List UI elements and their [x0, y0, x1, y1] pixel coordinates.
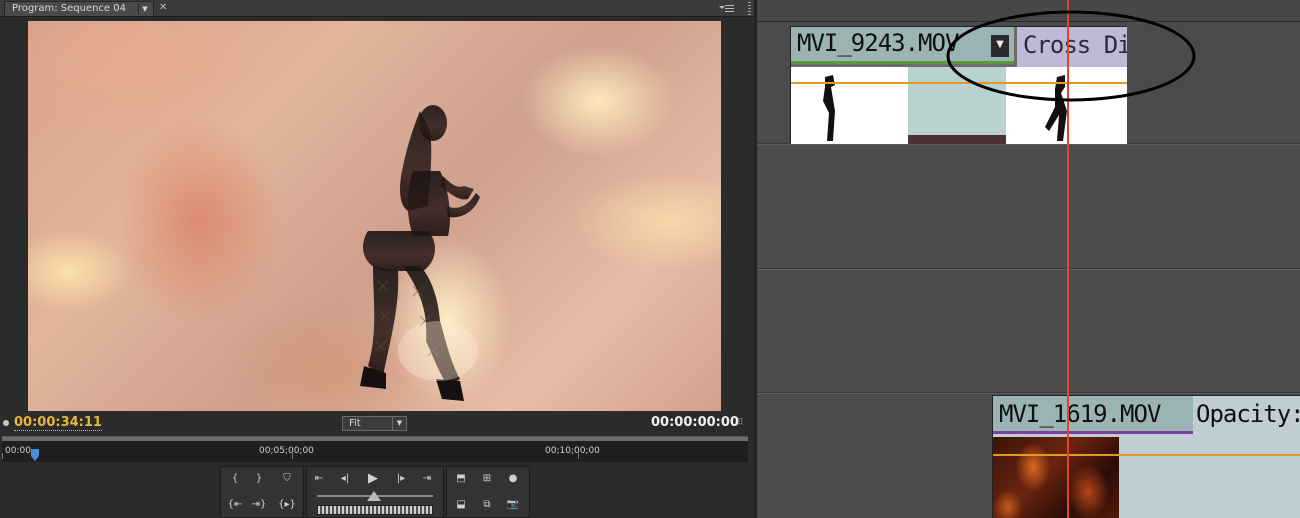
panel-menu-icon[interactable] — [719, 3, 735, 13]
tab-title: Program: Sequence 04 — [12, 3, 126, 14]
chevron-down-icon: ▼ — [392, 417, 406, 430]
playhead-marker-icon[interactable] — [30, 449, 40, 461]
current-timecode[interactable]: 00:00:34:11 — [14, 415, 102, 431]
panel-tab-bar: Program: Sequence 04 ▼ ✕ — [0, 0, 754, 17]
time-ruler[interactable]: 00:00 00;05;00;00 00;10;00;00 — [2, 436, 748, 462]
add-marker-icon[interactable]: ⛉ — [277, 470, 297, 488]
ruler-label: 00;05;00;00 — [259, 446, 314, 456]
panel-grip-icon[interactable] — [744, 0, 754, 17]
step-forward-icon[interactable]: |▸ — [391, 470, 411, 488]
ruler-tick — [2, 453, 3, 459]
clip-mvi-1619[interactable]: MVI_1619.MOV Opacity:( — [992, 395, 1300, 518]
go-to-out-icon[interactable]: ⇥} — [249, 496, 269, 514]
track-divider — [757, 392, 1300, 394]
program-monitor-panel: Program: Sequence 04 ▼ ✕ 00:00:34:11 Fit… — [0, 0, 754, 518]
shuttle-slider[interactable] — [317, 491, 433, 501]
dancer-silhouette — [360, 105, 480, 401]
camera-icon[interactable]: 📷 — [503, 496, 523, 514]
ruler-label: 00;10;00;00 — [545, 446, 600, 456]
previous-edit-icon[interactable]: ⇤ — [309, 470, 329, 488]
trim-monitor-icon[interactable]: ⧉ — [477, 496, 497, 514]
play-in-to-out-icon[interactable]: {▸} — [277, 496, 297, 514]
ruler-tick — [578, 453, 579, 459]
clip-name: MVI_1619.MOV — [999, 400, 1161, 428]
jog-wheel[interactable] — [317, 505, 433, 515]
edit-controls: ⬒ ⊞ ● ⬓ ⧉ 📷 — [446, 466, 530, 518]
next-edit-icon[interactable]: ⇥ — [417, 470, 437, 488]
output-icon[interactable]: ● — [503, 470, 523, 488]
opacity-rubber-band[interactable] — [993, 454, 1300, 456]
program-monitor-tab[interactable]: Program: Sequence 04 ▼ — [4, 1, 154, 16]
ruler-zoom-bar[interactable] — [2, 437, 748, 441]
marker-controls: { } ⛉ {⇤ ⇥} {▸} — [220, 466, 304, 518]
step-back-icon[interactable]: ◂| — [335, 470, 355, 488]
annotation-ellipse — [946, 10, 1196, 102]
go-to-in-icon[interactable]: {⇤ — [225, 496, 245, 514]
lift-icon[interactable]: ⬒ — [451, 470, 471, 488]
safe-margins-icon[interactable]: ⊞ — [477, 470, 497, 488]
clip-effect-label[interactable]: Opacity:( — [1196, 400, 1300, 428]
timeline-panel: MVI_9243.MOV ▼ Cross Di MVI_1619.MOV Opa… — [757, 0, 1300, 518]
ruler-label: 00:00 — [5, 446, 31, 456]
tab-dropdown-icon[interactable]: ▼ — [138, 3, 151, 15]
settings-grip-icon[interactable]: ⠿ — [737, 418, 747, 428]
clip-header: MVI_1619.MOV — [993, 396, 1193, 434]
duration-timecode: 00:00:00:00 — [651, 415, 739, 430]
mark-in-icon[interactable]: { — [225, 470, 245, 488]
mark-out-icon[interactable]: } — [249, 470, 269, 488]
extract-icon[interactable]: ⬓ — [451, 496, 471, 514]
program-video-frame[interactable] — [28, 21, 721, 411]
monitor-timecode-row: 00:00:34:11 Fit ▼ 00:00:00:00 ⠿ — [0, 412, 754, 434]
track-divider — [757, 268, 1300, 270]
zoom-level-value: Fit — [349, 418, 361, 429]
zoom-level-select[interactable]: Fit ▼ — [342, 416, 407, 431]
transport-controls: { } ⛉ {⇤ ⇥} {▸} ⇤ ◂| ▶ |▸ ⇥ ⬒ ⊞ ● ⬓ ⧉ 📷 — [220, 466, 530, 518]
premiere-workspace: Program: Sequence 04 ▼ ✕ 00:00:34:11 Fit… — [0, 0, 1300, 518]
clip-name: MVI_9243.MOV — [797, 29, 959, 57]
clip-thumbnail — [993, 437, 1119, 518]
close-icon[interactable]: ✕ — [159, 2, 167, 14]
in-marker-icon — [3, 420, 9, 426]
play-icon[interactable]: ▶ — [363, 470, 383, 488]
ruler-tick — [292, 453, 293, 459]
